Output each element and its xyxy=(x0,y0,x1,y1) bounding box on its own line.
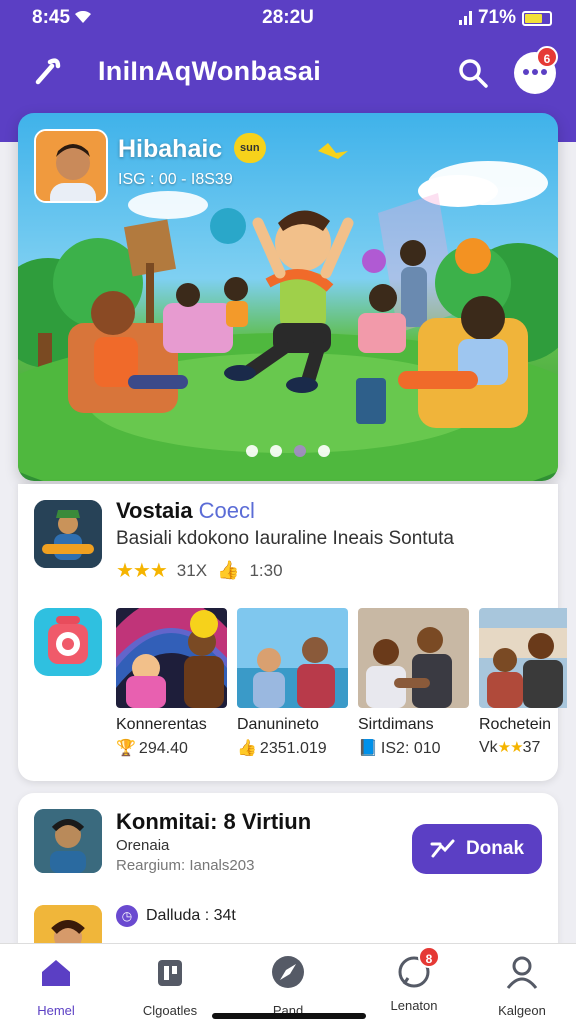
back-icon[interactable] xyxy=(30,54,64,88)
tab-messages-icon-wrap: 8 xyxy=(396,946,440,990)
rating-count: 31X xyxy=(176,560,208,580)
tile-stat-value: 37 xyxy=(522,739,541,756)
tab-categories[interactable]: Clgoatles xyxy=(120,954,220,1018)
tile-stat: 👍 2351.019 xyxy=(237,738,348,758)
hero-title: Hibahaic xyxy=(118,135,223,163)
event-location: Orenaia xyxy=(116,837,170,854)
trophy-icon: 🏆 xyxy=(116,740,136,757)
chat-badge: 6 xyxy=(536,46,558,68)
tile-stat-value: IS2: 010 xyxy=(380,740,441,757)
chat-button[interactable]: 6 xyxy=(514,46,558,94)
tile-name: Sirtdimans xyxy=(358,716,434,733)
bottom-navigation: Hemel Clgoatles Pand 8 Lenaton Kalgeon xyxy=(0,943,576,1024)
avatar-image xyxy=(36,131,106,201)
feature-image xyxy=(34,500,102,568)
tile-stat: 🏆 294.40 xyxy=(116,738,227,758)
event-thumbnail[interactable] xyxy=(34,809,102,873)
event-card: Konmitai: 8 Virtiun Orenaia Reargium: Ia… xyxy=(18,793,558,953)
tile-card[interactable]: Konnerentas 🏆 294.40 xyxy=(116,608,227,758)
tab-find[interactable]: Pand xyxy=(238,954,338,1018)
booking-icon xyxy=(430,839,455,858)
page-dot[interactable] xyxy=(246,445,258,457)
search-icon[interactable] xyxy=(456,56,490,90)
chat-icon xyxy=(523,69,547,75)
tab-profile[interactable]: Kalgeon xyxy=(472,954,572,1018)
hero-subtitle: ISG : 00 - I8S39 xyxy=(118,171,233,188)
thumbs-up-icon: 👍 xyxy=(237,740,257,757)
tile-card[interactable]: Danunineto 👍 2351.019 xyxy=(237,608,348,758)
profile-icon xyxy=(506,956,538,989)
carousel-indicator[interactable] xyxy=(246,445,330,457)
tile-card[interactable]: Sirtdimans 📘 IS2: 010 xyxy=(358,608,469,758)
app-title: IniInAqWonbasai xyxy=(98,56,322,86)
tab-categories-label: Clgoatles xyxy=(142,1003,198,1018)
tile-stat-prefix: Vk xyxy=(479,739,498,756)
tile-image xyxy=(237,608,348,708)
next-item-row[interactable]: ◷ Dalluda : 34t xyxy=(116,905,236,927)
messages-badge: 8 xyxy=(418,946,440,968)
event-title: Konmitai: 8 Virtiun xyxy=(116,809,312,834)
book-button-label: Donak xyxy=(465,838,525,859)
tile-stat-value: 294.40 xyxy=(138,740,188,757)
category-icon[interactable] xyxy=(34,608,102,676)
book-icon: 📘 xyxy=(358,740,378,757)
compass-icon xyxy=(272,956,304,988)
tile-stat-value: 2351.019 xyxy=(259,740,327,757)
hero-chip: sun xyxy=(234,133,266,163)
home-indicator xyxy=(212,1013,366,1019)
page-dot[interactable] xyxy=(270,445,282,457)
next-item-label: Dalluda : 34t xyxy=(146,907,236,924)
hero-banner[interactable]: Hibahaic sun ISG : 00 - I8S39 xyxy=(18,113,558,481)
tile-image xyxy=(116,608,227,708)
tab-home-label: Hemel xyxy=(37,1003,75,1018)
event-detail: Reargium: Ianals203 xyxy=(116,857,255,874)
host-avatar[interactable] xyxy=(34,129,108,203)
tile-card[interactable]: Rochetein Vk★★37 xyxy=(479,608,576,758)
tile-stat: 📘 IS2: 010 xyxy=(358,738,469,758)
signal-icon xyxy=(458,11,472,25)
thumbs-up-icon[interactable]: 👍 xyxy=(217,560,239,581)
app-bar: IniInAqWonbasai 6 xyxy=(0,44,576,102)
feature-meta: ★★★ 31X 👍 1:30 xyxy=(116,558,283,583)
star-rating-icon: ★★ xyxy=(497,739,524,756)
status-right: 71% xyxy=(458,7,552,29)
likes-count: 1:30 xyxy=(249,560,283,580)
tile-name: Danunineto xyxy=(237,716,319,733)
feature-tag[interactable]: Coecl xyxy=(199,498,255,523)
clock-icon: ◷ xyxy=(116,905,138,927)
tab-messages-label: Lenaton xyxy=(390,998,438,1013)
page-dot[interactable] xyxy=(318,445,330,457)
tile-image xyxy=(358,608,469,708)
home-icon xyxy=(42,960,70,986)
radio-icon xyxy=(48,616,88,664)
tab-profile-label: Kalgeon xyxy=(498,1003,546,1018)
tile-name: Rochetein xyxy=(479,716,552,733)
content-card: Vostaia Coecl Basiali kdokono Iauraline I… xyxy=(18,484,567,781)
tile-row: Konnerentas 🏆 294.40 Danunineto 👍 2351.019 xyxy=(116,608,576,758)
battery-icon xyxy=(522,10,552,26)
battery-percent: 71% xyxy=(477,7,516,28)
tile-image xyxy=(479,608,576,708)
tab-home[interactable]: Hemel xyxy=(6,954,106,1018)
star-rating-icon: ★★★ xyxy=(116,560,168,582)
feature-thumbnail[interactable] xyxy=(34,500,102,568)
tab-messages[interactable]: 8 Lenaton xyxy=(364,946,464,1013)
tile-name: Konnerentas xyxy=(116,716,207,733)
tile-stat: Vk★★37 xyxy=(479,738,576,757)
feature-title: Vostaia Coecl xyxy=(116,498,255,524)
event-image xyxy=(34,809,102,873)
grid-icon xyxy=(158,960,182,986)
feature-title-text: Vostaia xyxy=(116,498,193,523)
status-bar: 8:45 28:2U 71% xyxy=(0,0,576,36)
feature-description: Basiali kdokono Iauraline Ineais Sontuta xyxy=(116,528,455,549)
book-button[interactable]: Donak xyxy=(412,824,542,874)
page-dot[interactable] xyxy=(294,445,306,457)
